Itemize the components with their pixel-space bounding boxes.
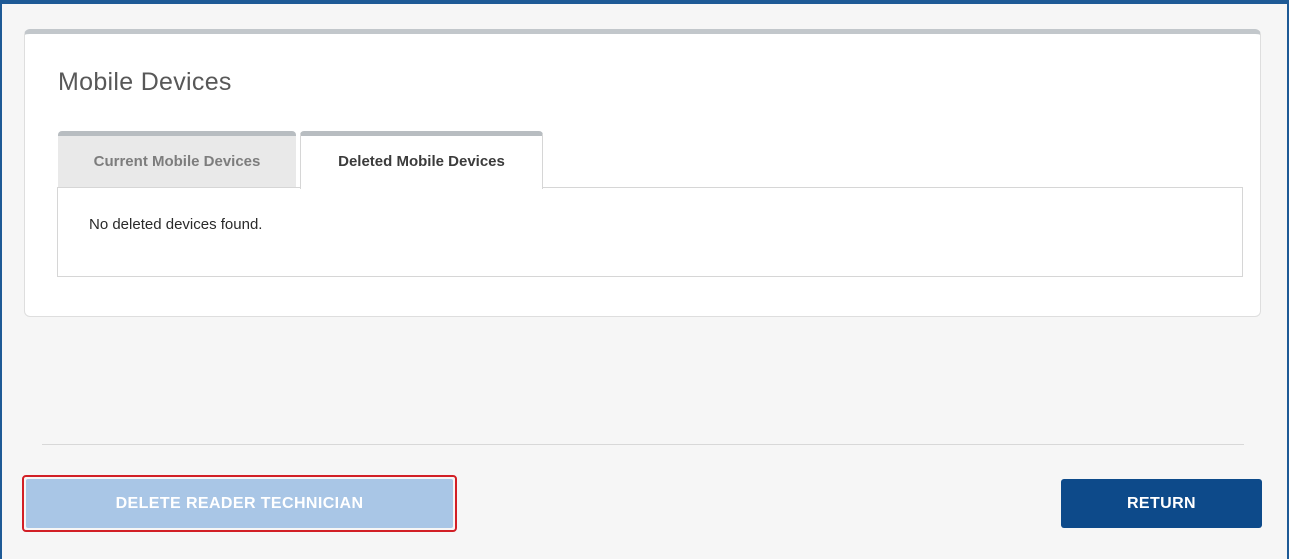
mobile-devices-card: Mobile Devices Current Mobile Devices De… xyxy=(24,29,1261,317)
card-title: Mobile Devices xyxy=(58,68,232,96)
window-frame-top xyxy=(0,0,1289,4)
tab-current-mobile-devices[interactable]: Current Mobile Devices xyxy=(58,131,296,188)
tab-deleted-mobile-devices[interactable]: Deleted Mobile Devices xyxy=(300,131,543,189)
empty-state-message: No deleted devices found. xyxy=(89,216,263,233)
delete-reader-technician-label: DELETE READER TECHNICIAN xyxy=(26,479,453,528)
delete-reader-technician-button[interactable]: DELETE READER TECHNICIAN xyxy=(22,475,457,532)
window-frame-left xyxy=(0,0,2,559)
deleted-devices-panel: No deleted devices found. xyxy=(57,187,1243,277)
return-button[interactable]: RETURN xyxy=(1061,479,1262,528)
section-divider xyxy=(42,444,1244,445)
